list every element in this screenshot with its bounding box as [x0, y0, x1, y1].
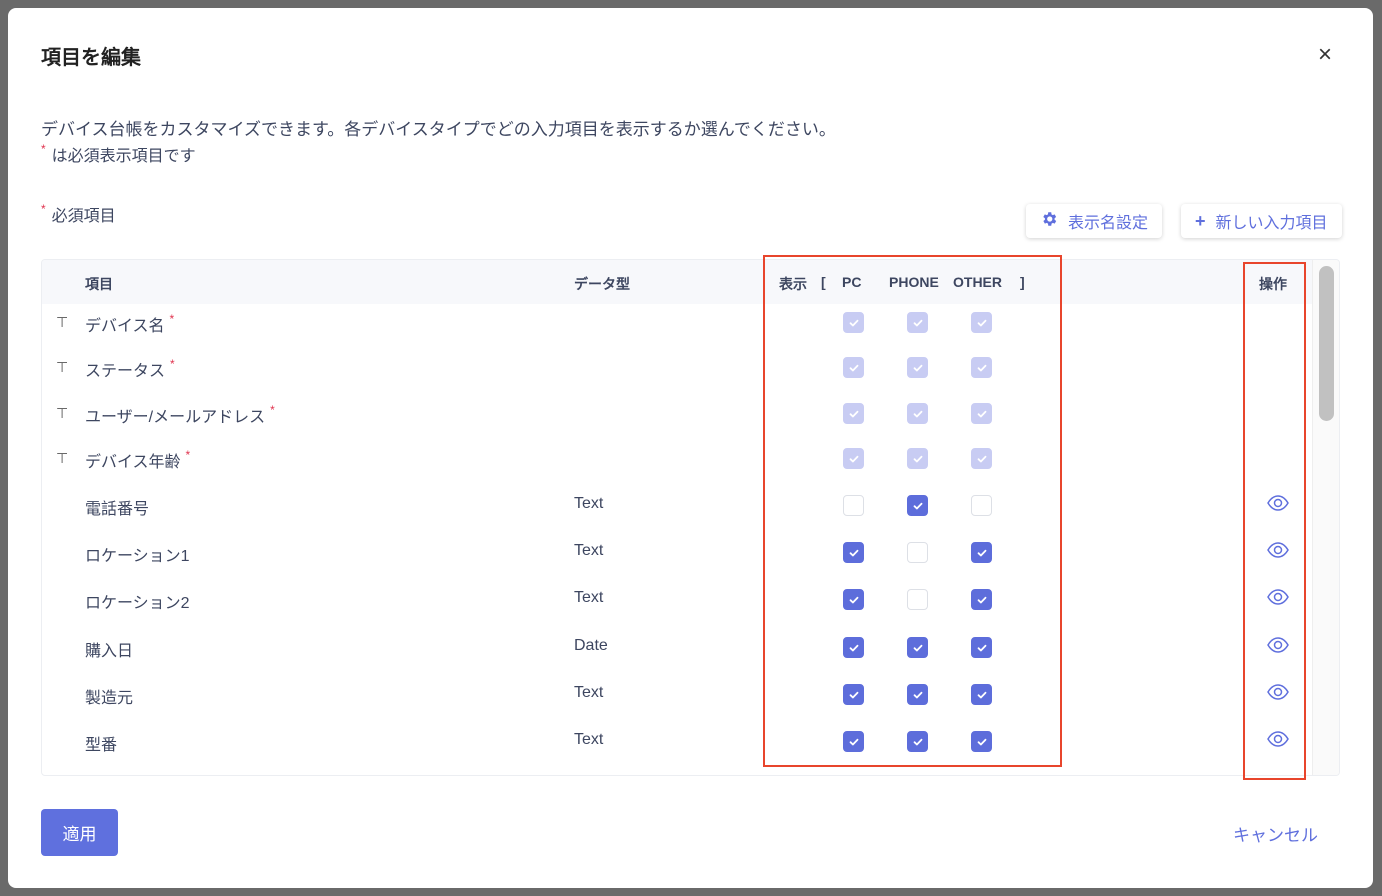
field-name: 製造元 — [85, 684, 133, 708]
dialog-title: 項目を編集 — [41, 47, 141, 69]
pin-icon: ⊤ — [56, 314, 69, 330]
field-name: 型番 — [85, 731, 117, 755]
header-item: 項目 — [85, 276, 113, 292]
field-name-text: ステータス — [85, 363, 166, 380]
pin-icon: ⊤ — [56, 359, 69, 375]
table-header: 項目 データ型 表示 [ PC PHONE OTHER ] 操作 — [42, 260, 1312, 304]
required-note-text: は必須表示項目です — [51, 148, 196, 165]
apply-button[interactable]: 適用 — [41, 809, 118, 856]
highlight-display-columns — [763, 255, 1062, 767]
table-row: 電話番号 Text — [42, 483, 1312, 529]
field-name-text: 購入日 — [85, 643, 134, 660]
field-name-text: ロケーション2 — [85, 595, 190, 612]
required-star: * — [170, 357, 175, 371]
field-name: ロケーション2 — [85, 589, 190, 613]
field-name-text: ロケーション1 — [85, 548, 190, 565]
field-name-text: ユーザー/メールアドレス — [85, 409, 266, 426]
required-star: * — [41, 202, 46, 216]
field-type: Date — [574, 637, 608, 654]
required-star: * — [41, 142, 46, 156]
required-section-label: * 必須項目 — [41, 202, 116, 226]
required-note: * は必須表示項目です — [41, 142, 196, 166]
pin-icon: ⊤ — [56, 405, 69, 421]
field-name-text: デバイス年齢 — [85, 454, 181, 471]
table-row: 型番 Text — [42, 719, 1312, 765]
cancel-button[interactable]: キャンセル — [1233, 821, 1318, 846]
new-field-button[interactable]: + 新しい入力項目 — [1181, 204, 1342, 238]
required-star: * — [185, 448, 191, 462]
close-icon[interactable]: × — [1318, 42, 1332, 68]
field-name: デバイス名 * — [85, 312, 180, 336]
field-name-text: 型番 — [85, 737, 118, 754]
field-name: ユーザー/メールアドレス * — [85, 403, 281, 427]
header-type: データ型 — [574, 276, 630, 292]
highlight-actions-column — [1243, 262, 1306, 780]
field-name-text: 製造元 — [85, 690, 134, 707]
table-row: ⊤ デバイス名 * — [42, 300, 1312, 346]
table-row: ⊤ デバイス年齢 * — [42, 436, 1312, 482]
field-type: Text — [574, 589, 604, 606]
edit-fields-dialog: 項目を編集 × デバイス台帳をカスタマイズできます。各デバイスタイプでどの入力項… — [8, 8, 1373, 888]
plus-icon: + — [1195, 210, 1206, 231]
dialog-description: デバイス台帳をカスタマイズできます。各デバイスタイプでどの入力項目を表示するか選… — [41, 120, 836, 139]
display-name-settings-button[interactable]: 表示名設定 — [1026, 204, 1163, 238]
required-star: * — [270, 403, 275, 417]
gear-icon — [1040, 210, 1058, 233]
field-name-text: 電話番号 — [85, 501, 150, 518]
fields-table: 項目 データ型 表示 [ PC PHONE OTHER ] 操作 ⊤ デバイス名 *… — [41, 259, 1340, 776]
table-row: ⊤ ステータス * — [42, 345, 1312, 391]
field-type: Text — [574, 731, 604, 748]
table-row: 購入日 Date — [42, 625, 1312, 671]
pin-icon: ⊤ — [56, 450, 69, 466]
field-name: ロケーション1 — [85, 542, 190, 566]
table-row: ⊤ ユーザー/メールアドレス * — [42, 391, 1312, 437]
required-star: * — [169, 312, 175, 326]
required-section-text: 必須項目 — [51, 208, 116, 225]
field-type: Text — [574, 684, 604, 701]
display-name-settings-label: 表示名設定 — [1068, 215, 1149, 232]
table-row: ロケーション2 Text — [42, 577, 1312, 623]
new-field-label: 新しい入力項目 — [1215, 215, 1328, 232]
scrollbar-thumb[interactable] — [1319, 266, 1334, 421]
field-name: 購入日 — [85, 637, 133, 661]
field-name-text: デバイス名 — [85, 318, 165, 335]
field-name: ステータス * — [85, 357, 181, 381]
field-name: デバイス年齢 * — [85, 448, 196, 472]
table-row: 製造元 Text — [42, 672, 1312, 718]
field-type: Text — [574, 495, 604, 512]
scrollbar[interactable] — [1312, 260, 1339, 775]
table-row: ロケーション1 Text — [42, 530, 1312, 576]
field-type: Text — [574, 542, 604, 559]
field-name: 電話番号 — [85, 495, 149, 519]
